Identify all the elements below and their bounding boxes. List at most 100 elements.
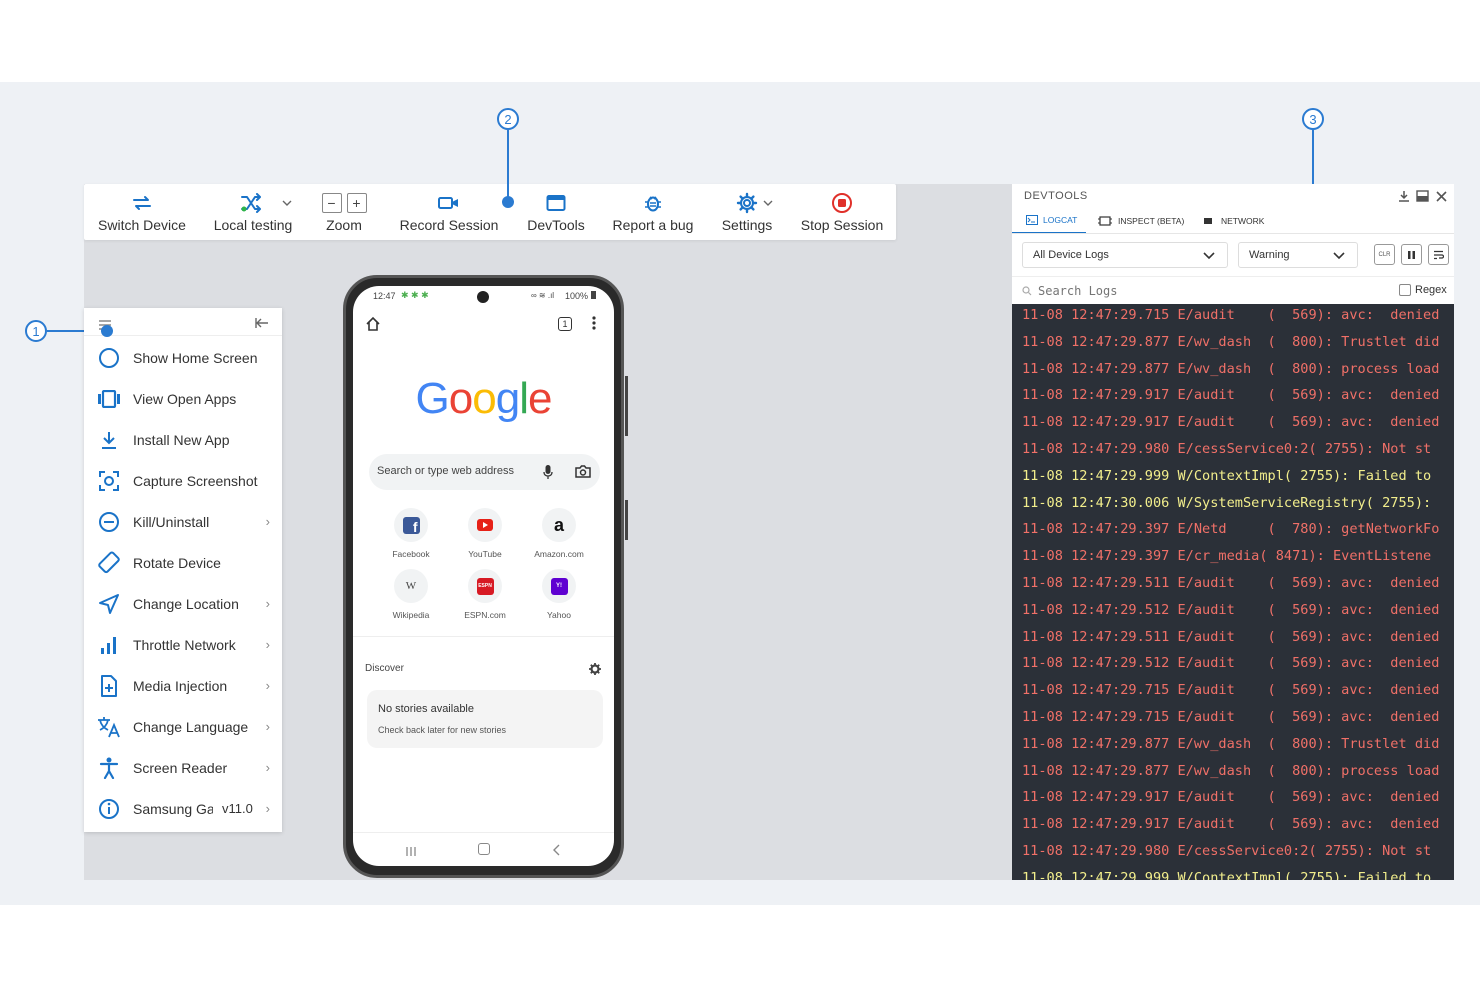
stop-session-label: Stop Session: [800, 216, 884, 233]
yahoo-icon: Y!: [542, 569, 576, 603]
tab-inspect[interactable]: INSPECT (BETA): [1098, 208, 1184, 234]
youtube-icon: [468, 508, 502, 542]
menu-install-new-app[interactable]: Install New App: [84, 419, 282, 460]
log-line: 11-08 12:47:29.715 E/audit ( 569): avc: …: [1022, 682, 1440, 699]
menu-show-home-screen[interactable]: Show Home Screen: [84, 337, 282, 378]
settings-button[interactable]: Settings: [716, 184, 778, 240]
network-plug-icon: [1200, 218, 1216, 224]
settings-chevron-down-icon[interactable]: [763, 194, 773, 212]
menu-rotate-device[interactable]: Rotate Device: [84, 542, 282, 583]
log-line: 11-08 12:47:29.715 E/audit ( 569): avc: …: [1022, 307, 1440, 323]
tab-logcat[interactable]: LOGCAT: [1012, 208, 1086, 234]
zoom-in-button[interactable]: +: [346, 192, 367, 213]
log-line: 11-08 12:47:29.397 E/Netd ( 780): getNet…: [1022, 521, 1440, 538]
home-circle-icon: [96, 347, 122, 369]
logcat-output[interactable]: 11-08 12:47:29.715 E/audit ( 569): avc: …: [1012, 304, 1454, 880]
log-source-select[interactable]: All Device Logs: [1022, 242, 1228, 268]
translate-icon: [96, 716, 122, 738]
no-stories-subtitle: Check back later for new stories: [378, 725, 507, 735]
shortcut-amazon[interactable]: a Amazon.com: [524, 508, 594, 559]
settings-label: Settings: [721, 216, 773, 233]
search-placeholder: Search or type web address: [377, 465, 514, 477]
log-line: 11-08 12:47:29.511 E/audit ( 569): avc: …: [1022, 575, 1440, 591]
zoom-out-button[interactable]: −: [321, 192, 342, 213]
accessibility-icon: [96, 757, 122, 779]
kebab-menu-icon[interactable]: [592, 316, 596, 335]
rotate-icon: [96, 551, 122, 575]
chevron-down-icon: [1203, 252, 1215, 260]
switch-arrows-icon: [131, 192, 153, 214]
menu-screen-reader[interactable]: Screen Reader ›: [84, 747, 282, 788]
shortcut-label: Amazon.com: [534, 549, 584, 559]
tab-label: INSPECT (BETA): [1118, 216, 1185, 226]
volume-button: [625, 376, 628, 436]
back-nav-icon[interactable]: [552, 843, 560, 861]
close-icon[interactable]: [1436, 189, 1447, 207]
recents-icon[interactable]: [405, 844, 417, 862]
gear-icon: [736, 192, 758, 214]
menu-kill-uninstall[interactable]: Kill/Uninstall ›: [84, 501, 282, 542]
zoom-icon: − +: [321, 192, 367, 214]
tab-network[interactable]: NETWORK: [1200, 208, 1264, 234]
shortcut-facebook[interactable]: f Facebook: [376, 508, 446, 559]
local-testing-label: Local testing: [213, 216, 293, 233]
wrap-lines-button[interactable]: [1428, 244, 1449, 265]
menu-view-open-apps[interactable]: View Open Apps: [84, 378, 282, 419]
bug-icon: [643, 192, 663, 214]
shortcut-espn[interactable]: ESPN ESPN.com: [450, 569, 520, 620]
menu-label: Kill/Uninstall: [133, 513, 210, 530]
record-session-label: Record Session: [399, 216, 499, 233]
log-search-bar: Regex: [1012, 276, 1454, 304]
log-line: 11-08 12:47:30.006 W/SystemServiceRegist…: [1022, 494, 1432, 511]
report-bug-button[interactable]: Report a bug: [610, 184, 696, 240]
microphone-icon[interactable]: [543, 464, 553, 483]
shortcut-yahoo[interactable]: Y! Yahoo: [524, 569, 594, 620]
tab-label: LOGCAT: [1043, 215, 1078, 225]
menu-capture-screenshot[interactable]: Capture Screenshot: [84, 460, 282, 501]
regex-checkbox[interactable]: [1399, 284, 1411, 296]
local-testing-chevron-down-icon[interactable]: [282, 194, 292, 212]
tab-switcher-button[interactable]: 1: [558, 317, 572, 331]
log-level-value: Warning: [1249, 249, 1290, 261]
stop-icon: [831, 192, 853, 214]
device-side-menu: Show Home Screen View Open Apps Install …: [84, 308, 282, 832]
menu-change-location[interactable]: Change Location ›: [84, 583, 282, 624]
log-level-select[interactable]: Warning: [1238, 242, 1358, 268]
log-line: 11-08 12:47:29.877 E/wv_dash ( 800): Tru…: [1022, 735, 1440, 752]
shortcut-wikipedia[interactable]: W Wikipedia: [376, 569, 446, 620]
dock-icon[interactable]: [1416, 189, 1429, 207]
chevron-right-icon: ›: [265, 801, 270, 816]
pause-logs-button[interactable]: [1401, 244, 1422, 265]
espn-icon: ESPN: [468, 569, 502, 603]
screenshot-icon: [96, 470, 122, 492]
shortcut-youtube[interactable]: YouTube: [450, 508, 520, 559]
collapse-arrow-icon[interactable]: [255, 316, 269, 334]
download-logs-icon[interactable]: [1398, 189, 1410, 207]
discover-gear-icon[interactable]: [589, 662, 601, 680]
stop-session-button[interactable]: Stop Session: [796, 184, 888, 240]
notification-icons: ✱ ✱ ✱: [401, 290, 429, 300]
record-session-button[interactable]: Record Session: [396, 184, 502, 240]
shortcut-label: YouTube: [468, 549, 502, 559]
search-logs-input[interactable]: [1038, 281, 1378, 301]
local-testing-button[interactable]: Local testing: [210, 184, 296, 240]
home-icon[interactable]: [365, 316, 381, 337]
clear-logs-button[interactable]: CLR: [1374, 244, 1395, 265]
menu-device-info[interactable]: Samsung Gal v11.0 ›: [84, 788, 282, 829]
menu-change-language[interactable]: Change Language ›: [84, 706, 282, 747]
menu-media-injection[interactable]: Media Injection ›: [84, 665, 282, 706]
log-line: 11-08 12:47:29.511 E/audit ( 569): avc: …: [1022, 628, 1440, 645]
log-line: 11-08 12:47:29.397 E/cr_media( 8471): Ev…: [1022, 548, 1432, 565]
zoom-control: − + Zoom: [316, 184, 372, 240]
menu-throttle-network[interactable]: Throttle Network ›: [84, 624, 282, 665]
camera-search-icon[interactable]: [575, 465, 591, 481]
chevron-down-icon: [1333, 252, 1345, 260]
menu-label: Show Home Screen: [133, 349, 258, 366]
phone-screen[interactable]: 12:47 ✱ ✱ ✱ ∞ ≋ .ıl 100% 1 Google Search…: [353, 286, 614, 866]
home-nav-icon[interactable]: [478, 843, 490, 855]
terminal-icon: [1026, 215, 1038, 225]
search-address-bar[interactable]: Search or type web address: [369, 454, 600, 490]
switch-device-button[interactable]: Switch Device: [98, 184, 186, 240]
os-version-label: v11.0: [222, 801, 253, 816]
devtools-button[interactable]: DevTools: [520, 184, 592, 240]
